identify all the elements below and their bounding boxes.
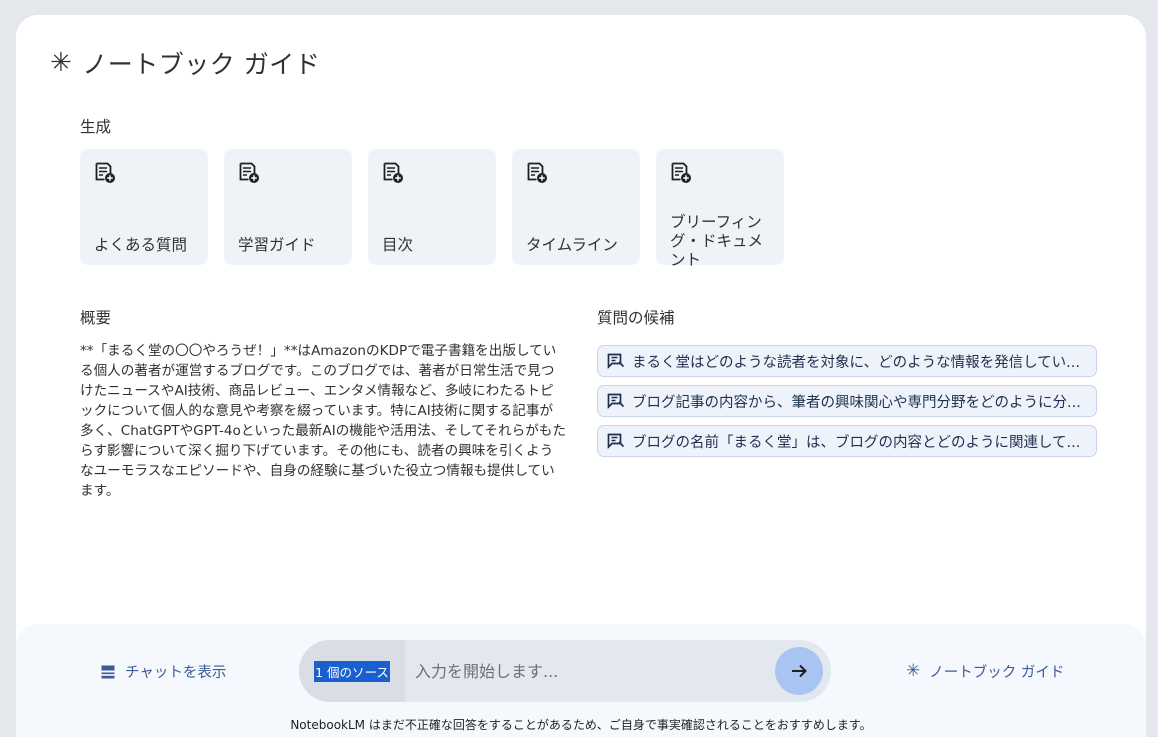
note-add-icon	[671, 162, 691, 183]
notebook-guide-button[interactable]: ✳ ノートブック ガイド	[906, 661, 1064, 682]
send-button[interactable]	[775, 647, 823, 695]
chat-question-icon	[607, 353, 625, 369]
generate-toc-card[interactable]: 目次	[368, 149, 496, 265]
chat-bottom-bar: チャットを表示 1 個のソース ✳ ノートブック ガイド NotebookLM …	[16, 624, 1146, 737]
note-add-icon	[239, 162, 259, 183]
source-count-chip[interactable]: 1 個のソース	[299, 640, 405, 702]
chat-panel-icon	[101, 665, 115, 678]
notebook-guide-panel: ✳ ノートブック ガイド 生成 よくある質問 学習ガイド 目次 タイムライン ブ…	[16, 15, 1146, 737]
asterisk-icon: ✳	[906, 661, 921, 681]
generate-label: 生成	[80, 118, 112, 136]
generate-timeline-card[interactable]: タイムライン	[512, 149, 640, 265]
suggested-question[interactable]: ブログ記事の内容から、筆者の興味関心や専門分野をどのように分...	[597, 385, 1097, 417]
generate-study-guide-card[interactable]: 学習ガイド	[224, 149, 352, 265]
notebook-guide-label: ノートブック ガイド	[929, 665, 1065, 681]
guide-title: ノートブック ガイド	[82, 50, 321, 79]
suggested-questions: まるく堂はどのような読者を対象に、どのような情報を発信してい... ブログ記事の…	[597, 345, 1097, 457]
disclaimer-text: NotebookLM はまだ不正確な回答をすることがあるため、ご自身で事実確認さ…	[290, 718, 872, 732]
suggested-question[interactable]: ブログの名前「まるく堂」は、ブログの内容とどのように関連して...	[597, 425, 1097, 457]
note-add-icon	[383, 162, 403, 183]
source-count-label: 1 個のソース	[314, 660, 390, 682]
generate-faq-card[interactable]: よくある質問	[80, 149, 208, 265]
generate-card-label: よくある質問	[94, 236, 188, 254]
chat-input-container: 1 個のソース	[299, 640, 831, 702]
chat-input[interactable]	[405, 640, 775, 702]
note-add-icon	[527, 162, 547, 183]
generate-cards: よくある質問 学習ガイド 目次 タイムライン ブリーフィング・ドキュメント	[80, 149, 784, 269]
generate-card-label: ブリーフィング・ドキュメント	[670, 213, 764, 269]
note-add-icon	[95, 162, 115, 183]
generate-card-label: タイムライン	[526, 236, 618, 254]
chat-question-icon	[607, 433, 625, 449]
summary-text: **「まるく堂の〇〇やろうぜ！」**はAmazonのKDPで電子書籍を出版してい…	[80, 343, 566, 499]
asterisk-icon: ✳	[50, 48, 73, 78]
chat-question-icon	[607, 393, 625, 409]
arrow-right-icon	[792, 664, 807, 678]
generate-card-label: 学習ガイド	[238, 236, 316, 254]
generate-card-label: 目次	[382, 236, 414, 254]
guide-header: ✳ ノートブック ガイド	[50, 45, 320, 81]
generate-briefing-card[interactable]: ブリーフィング・ドキュメント	[656, 149, 784, 269]
suggested-question[interactable]: まるく堂はどのような読者を対象に、どのような情報を発信してい...	[597, 345, 1097, 377]
show-chat-label: チャットを表示	[125, 665, 227, 681]
suggestions-label: 質問の候補	[597, 309, 675, 327]
show-chat-button[interactable]: チャットを表示	[101, 661, 226, 682]
summary-label: 概要	[80, 309, 112, 327]
